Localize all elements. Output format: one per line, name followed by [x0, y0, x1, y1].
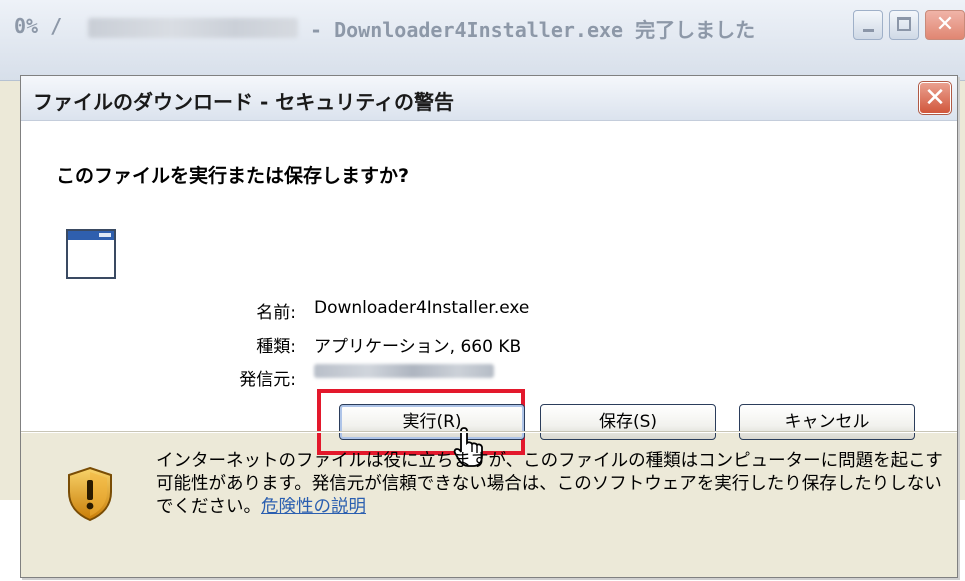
close-icon: ✕: [935, 12, 955, 37]
dialog-question: このファイルを実行または保存しますか?: [56, 165, 410, 187]
redacted-url: [88, 18, 298, 38]
security-warning-dialog: ファイルのダウンロード - セキュリティの警告 ✕ このファイルを実行または保存…: [20, 75, 958, 578]
close-icon: ✕: [924, 83, 946, 113]
maximize-button[interactable]: [889, 10, 919, 40]
application-window-icon: [66, 229, 116, 279]
save-button[interactable]: 保存(S): [540, 404, 716, 440]
file-name-value: Downloader4Installer.exe: [314, 298, 530, 318]
shield-warning-icon: [68, 466, 112, 522]
dialog-divider: [21, 431, 957, 433]
dialog-content: このファイルを実行または保存しますか? 名前: Downloader4Insta…: [21, 121, 957, 467]
background-window-title: - Downloader4Installer.exe 完了しました: [310, 18, 756, 42]
dialog-close-button[interactable]: ✕: [918, 81, 952, 115]
risk-explanation-link[interactable]: 危険性の説明: [261, 497, 366, 517]
file-type-value: アプリケーション, 660 KB: [314, 337, 522, 357]
cancel-button[interactable]: キャンセル: [739, 404, 915, 440]
security-warning-text: インターネットのファイルは役に立ちますが、このファイルの種類はコンピューターに問…: [156, 450, 946, 519]
dialog-titlebar: ファイルのダウンロード - セキュリティの警告 ✕: [21, 76, 957, 121]
minimize-button[interactable]: [853, 10, 883, 40]
minimize-icon: [863, 29, 874, 32]
background-titlebar: 0% / - Downloader4Installer.exe 完了しました ✕: [0, 0, 965, 81]
progress-title-percent: 0% /: [14, 14, 63, 38]
type-label: 種類:: [256, 337, 296, 357]
run-button[interactable]: 実行(R): [339, 404, 525, 440]
publisher-label: 発信元:: [239, 370, 296, 390]
background-close-button[interactable]: ✕: [925, 10, 965, 40]
maximize-icon: [897, 17, 911, 31]
publisher-value-redacted: [314, 364, 494, 378]
dialog-title: ファイルのダウンロード - セキュリティの警告: [33, 90, 455, 114]
name-label: 名前:: [256, 303, 296, 323]
